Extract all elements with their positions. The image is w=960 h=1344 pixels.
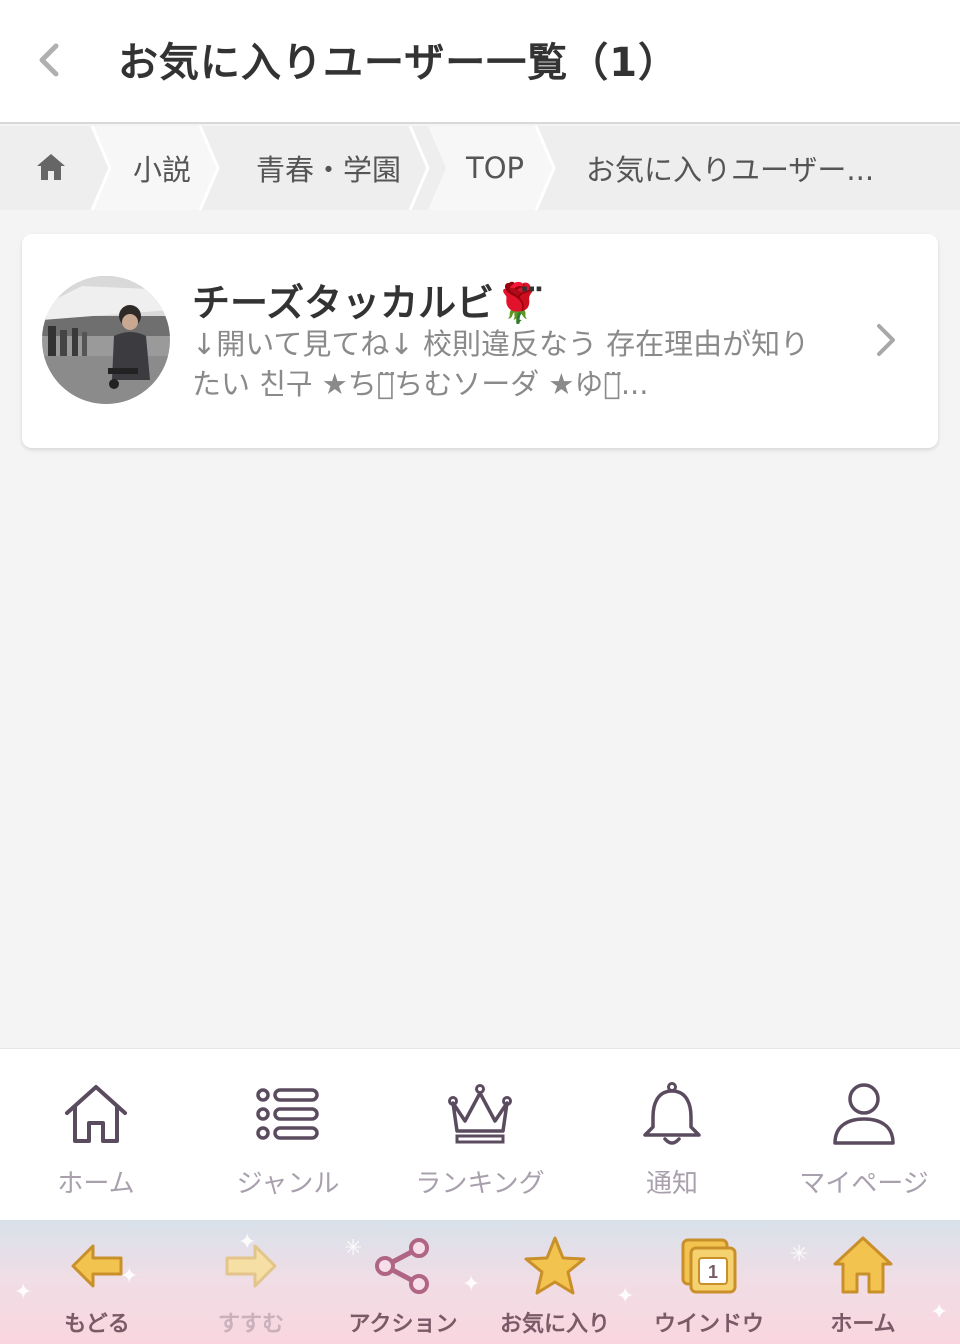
crown-icon <box>448 1084 512 1144</box>
breadcrumb-item-genre[interactable]: 青春・学園 <box>256 126 401 210</box>
breadcrumb-item-current: お気に入りユーザー... <box>586 153 875 187</box>
home-icon <box>65 1085 127 1143</box>
tab-genre[interactable]: ジャンル <box>192 1049 384 1221</box>
avatar-photo <box>42 276 170 404</box>
tab-home[interactable]: ホーム <box>0 1049 192 1221</box>
app-header: お気に入りユーザー一覧（1） <box>0 0 960 124</box>
toolbar-label: ウインドウ <box>653 1312 764 1337</box>
page-title: お気に入りユーザー一覧（1） <box>118 40 680 86</box>
window-button[interactable]: 1 ウインドウ <box>632 1220 786 1344</box>
tab-bar: ホーム ジャンル ランキング 通知 マイページ <box>0 1048 960 1220</box>
breadcrumb-item-top[interactable]: TOP <box>466 126 524 210</box>
window-count: 1 <box>708 1262 718 1282</box>
star-icon <box>524 1236 586 1295</box>
avatar <box>42 276 170 404</box>
tab-ranking[interactable]: ランキング <box>384 1049 576 1221</box>
toolbar-label: すすむ <box>217 1312 284 1337</box>
person-icon <box>833 1083 895 1145</box>
tab-label: ホーム <box>57 1169 135 1199</box>
action-button[interactable]: アクション <box>326 1220 480 1344</box>
browser-toolbar: ✦ ✦ ✦ ✳ ✦ ✦ ✳ ✦ もどる すすむ アクション お気に入り 1 ウイ… <box>0 1220 960 1344</box>
tab-label: マイページ <box>799 1169 929 1199</box>
chevron-right-icon <box>877 324 895 356</box>
tab-label: 通知 <box>645 1169 698 1199</box>
back-button[interactable]: もどる <box>20 1220 174 1344</box>
toolbar-label: お気に入り <box>499 1312 610 1337</box>
home-button[interactable]: ホーム <box>786 1220 940 1344</box>
arrow-left-icon <box>71 1244 123 1288</box>
chevron-left-icon[interactable] <box>30 38 70 82</box>
tab-label: ジャンル <box>236 1169 340 1199</box>
user-list-item[interactable]: チーズタッカルビ🌹⃛⃛ ↓開いて見てね↓ 校則違反なう 存在理由が知りたい 친구… <box>22 234 938 448</box>
share-icon <box>375 1238 429 1294</box>
house-icon <box>833 1236 893 1294</box>
toolbar-label: ホーム <box>830 1312 896 1337</box>
list-icon <box>256 1088 319 1140</box>
tab-label: ランキング <box>415 1169 545 1199</box>
breadcrumb-item-novel[interactable]: 小説 <box>133 126 191 210</box>
window-icon: 1 <box>681 1238 737 1294</box>
favorite-button[interactable]: お気に入り <box>478 1220 632 1344</box>
tab-notifications[interactable]: 通知 <box>576 1049 768 1221</box>
user-name: チーズタッカルビ🌹⃛⃛ <box>192 281 542 325</box>
toolbar-label: アクション <box>348 1312 458 1337</box>
bell-icon <box>643 1082 701 1145</box>
arrow-right-icon <box>225 1244 277 1288</box>
user-bio: ↓開いて見てね↓ 校則違反なう 存在理由が知りたい 친구 ★ちめ⃛⃛ちむソーダ … <box>192 327 810 401</box>
breadcrumb: 小説 青春・学園 TOP お気に入りユーザー... <box>0 126 960 210</box>
forward-button[interactable]: すすむ <box>174 1220 328 1344</box>
toolbar-label: もどる <box>64 1312 130 1337</box>
tab-mypage[interactable]: マイページ <box>768 1049 960 1221</box>
